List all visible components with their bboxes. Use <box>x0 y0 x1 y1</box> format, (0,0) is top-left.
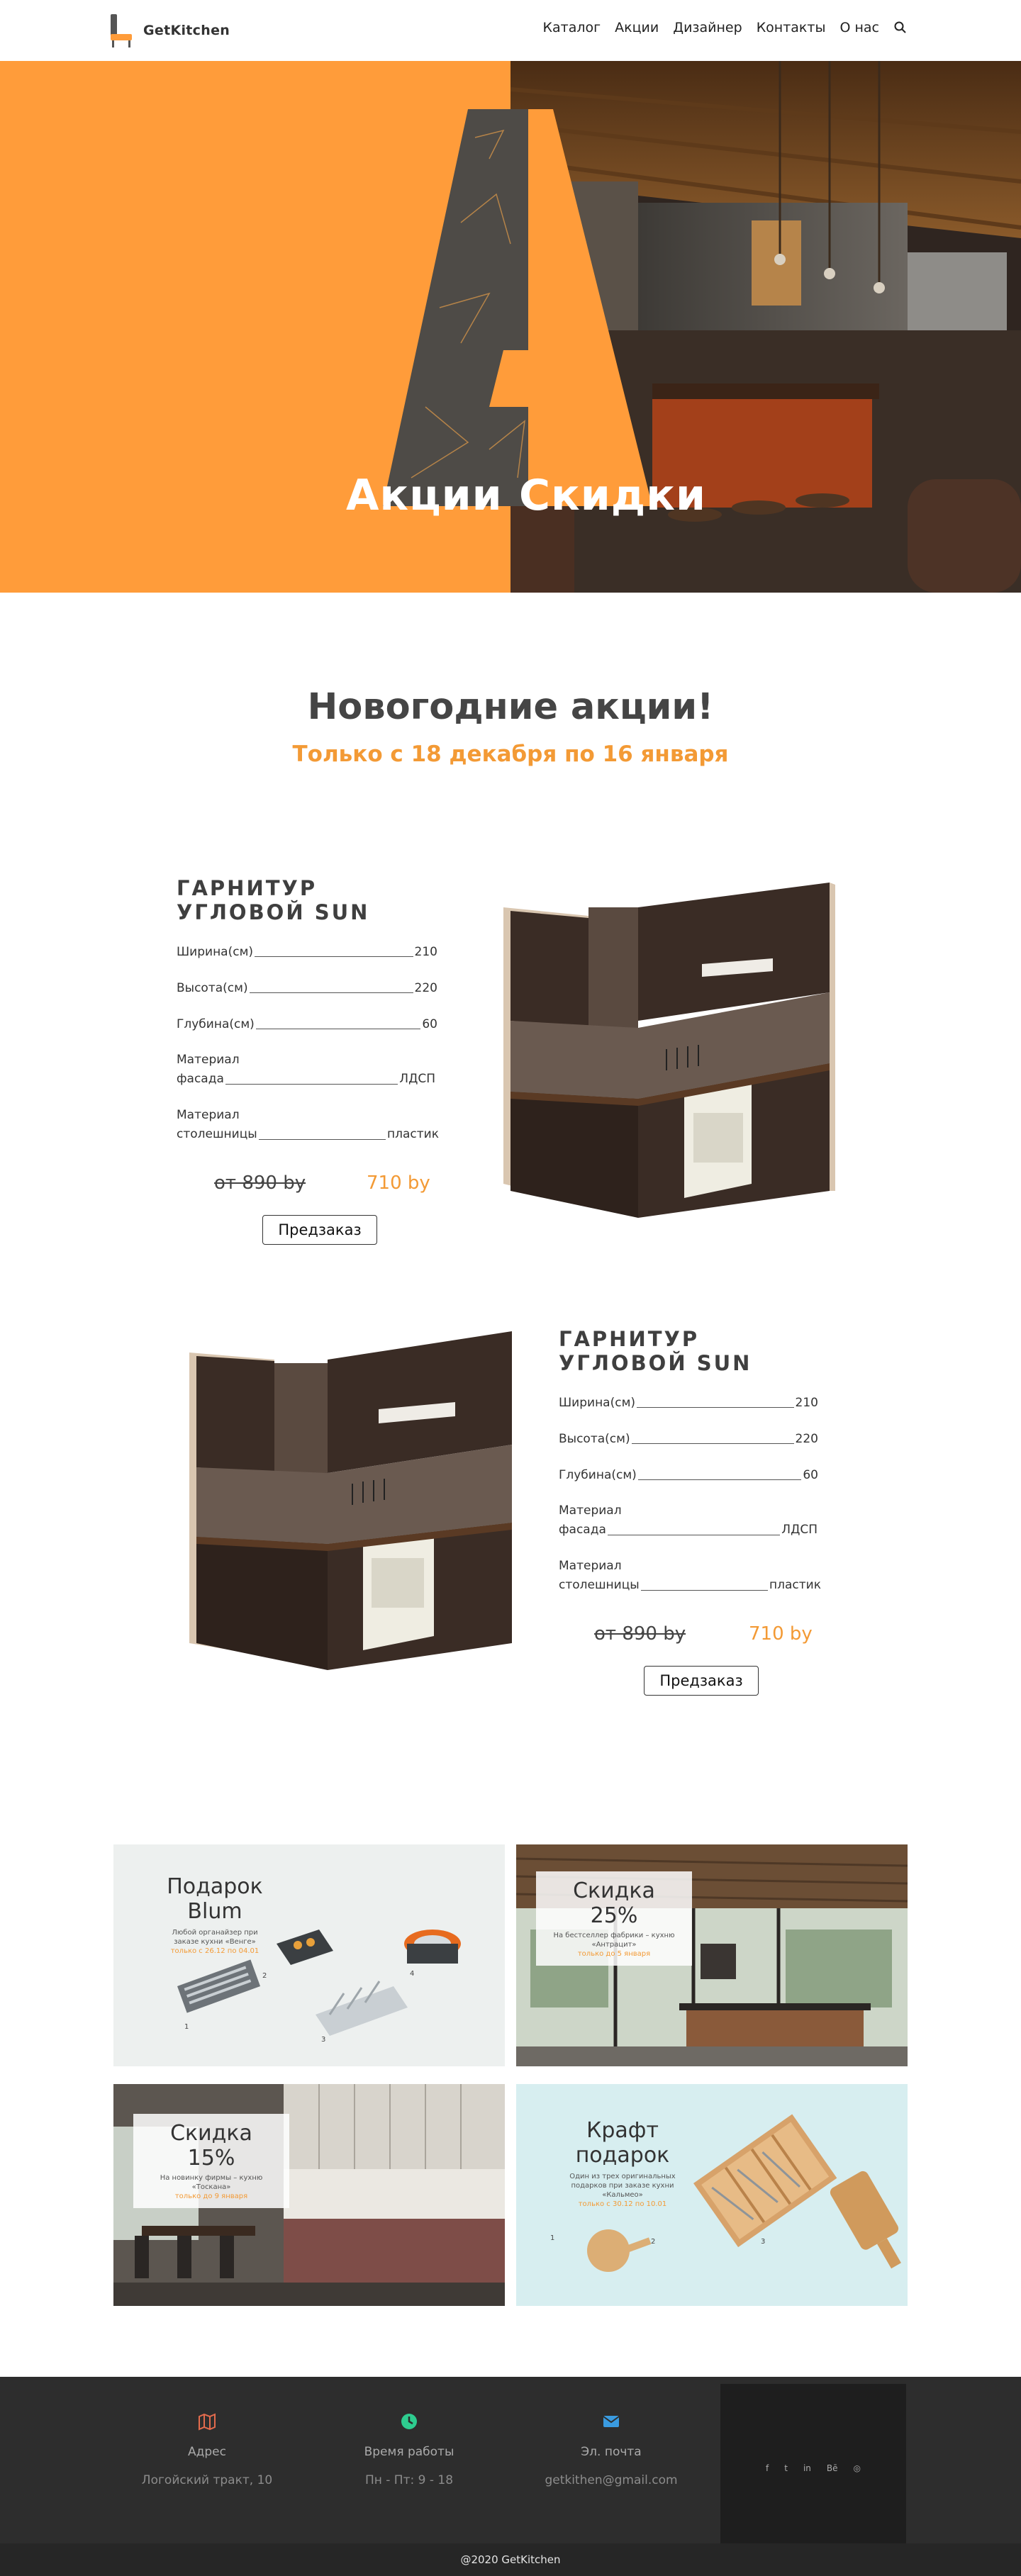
hero-banner: Акции Скидки <box>0 61 1021 593</box>
spec-depth: Глубина(см) 60 <box>559 1468 818 1482</box>
logo-chair-icon <box>111 14 132 47</box>
nav-designer[interactable]: Дизайнер <box>673 20 742 35</box>
promo-card-25[interactable]: Скидка 25% На бестселлер фабрики – кухню… <box>516 1844 908 2066</box>
social-panel: f t in Bē ◎ <box>720 2384 906 2563</box>
promo-text-box: Скидка 25% На бестселлер фабрики – кухню… <box>536 1871 692 1966</box>
footer-address: Адрес Логойский тракт, 10 <box>115 2412 299 2487</box>
craft-item-2: 2 <box>651 2238 655 2246</box>
main-nav: Каталог Акции Дизайнер Контакты О нас <box>543 20 908 35</box>
spec-width: Ширина(см) 210 <box>177 945 437 959</box>
behance-icon[interactable]: Bē <box>827 2463 838 2473</box>
craft-item-1: 1 <box>550 2234 554 2242</box>
price-new: 710 by <box>749 1623 813 1645</box>
envelope-icon <box>603 2416 620 2427</box>
map-icon <box>199 2413 216 2431</box>
facebook-icon[interactable]: f <box>766 2463 769 2473</box>
kitchen-set-image-1 <box>503 883 835 1218</box>
craft-item-3: 3 <box>761 2238 765 2246</box>
product-title: ГАРНИТУР УГЛОВОЙ SUN <box>177 876 370 924</box>
section-title: Новогодние акции! <box>307 686 714 728</box>
spec-height: Высота(см) 220 <box>177 981 437 995</box>
product-card-2: ГАРНИТУР УГЛОВОЙ SUN Ширина(см) 210 Высот… <box>559 1327 821 1696</box>
nav-promotions[interactable]: Акции <box>615 20 659 35</box>
promo-card-15[interactable]: Скидка 15% На новинку фирмы – кухню «Тос… <box>113 2084 505 2306</box>
twitter-icon[interactable]: t <box>784 2463 788 2473</box>
spec-facade: Материал фасада ЛДСП <box>177 1053 435 1086</box>
dribbble-icon[interactable]: ◎ <box>854 2463 861 2473</box>
spec-depth: Глубина(см) 60 <box>177 1017 437 1031</box>
price-new: 710 by <box>367 1172 430 1194</box>
clock-icon <box>401 2414 417 2429</box>
spec-facade: Материал фасада ЛДСП <box>559 1503 818 1537</box>
hero-word-discounts: Скидки <box>519 471 707 520</box>
blum-organizers-image: 1 2 3 4 <box>177 1930 461 2044</box>
preorder-button[interactable]: Предзаказ <box>644 1666 759 1696</box>
logo[interactable]: GetKitchen <box>106 13 230 48</box>
product-card-1: ГАРНИТУР УГЛОВОЙ SUN Ширина(см) 210 Высот… <box>177 876 439 1245</box>
spec-width: Ширина(см) 210 <box>559 1396 818 1410</box>
wooden-gifts-image: 1 2 3 <box>550 2114 901 2272</box>
promo-card-craft[interactable]: Крафт подарок Один из трех оригинальных … <box>516 2084 908 2306</box>
section-subtitle: Только с 18 декабря по 16 января <box>292 741 729 767</box>
linkedin-icon[interactable]: in <box>803 2463 811 2473</box>
hero-letter-a <box>383 109 652 506</box>
blum-item-1: 1 <box>184 2023 189 2031</box>
nav-catalog[interactable]: Каталог <box>543 20 601 35</box>
footer-hours: Время работы Пн - Пт: 9 - 18 <box>317 2412 501 2487</box>
promo-text-box: Скидка 15% На новинку фирмы – кухню «Тос… <box>133 2114 289 2208</box>
price-old: от 890 by <box>594 1623 686 1645</box>
blum-item-3: 3 <box>321 2036 325 2044</box>
hero-word-promotions: Акции <box>346 471 503 520</box>
blum-item-4: 4 <box>410 1970 414 1978</box>
nav-contacts[interactable]: Контакты <box>757 20 826 35</box>
spec-height: Высота(см) 220 <box>559 1432 818 1446</box>
kitchen-set-image-2 <box>189 1331 512 1670</box>
blum-item-2: 2 <box>262 1972 267 1980</box>
promo-title: Скидка 15% <box>170 2121 252 2171</box>
nav-about[interactable]: О нас <box>839 20 879 35</box>
site-header: GetKitchen Каталог Акции Дизайнер Контак… <box>0 0 1021 61</box>
search-icon[interactable] <box>893 21 908 35</box>
promo-title: Скидка 25% <box>573 1878 655 1928</box>
brand-name: GetKitchen <box>143 23 230 38</box>
spec-countertop: Материал столешницы пластик <box>559 1559 821 1592</box>
spec-countertop: Материал столешницы пластик <box>177 1108 439 1141</box>
copyright: @2020 GetKitchen <box>0 2543 1021 2576</box>
product-title: ГАРНИТУР УГЛОВОЙ SUN <box>559 1327 752 1375</box>
preorder-button[interactable]: Предзаказ <box>262 1215 377 1245</box>
promo-card-blum[interactable]: Подарок Blum Любой органайзер при заказе… <box>113 1844 505 2066</box>
price-old: от 890 by <box>214 1172 306 1194</box>
footer-email: Эл. почта getkithen@gmail.com <box>519 2412 703 2487</box>
